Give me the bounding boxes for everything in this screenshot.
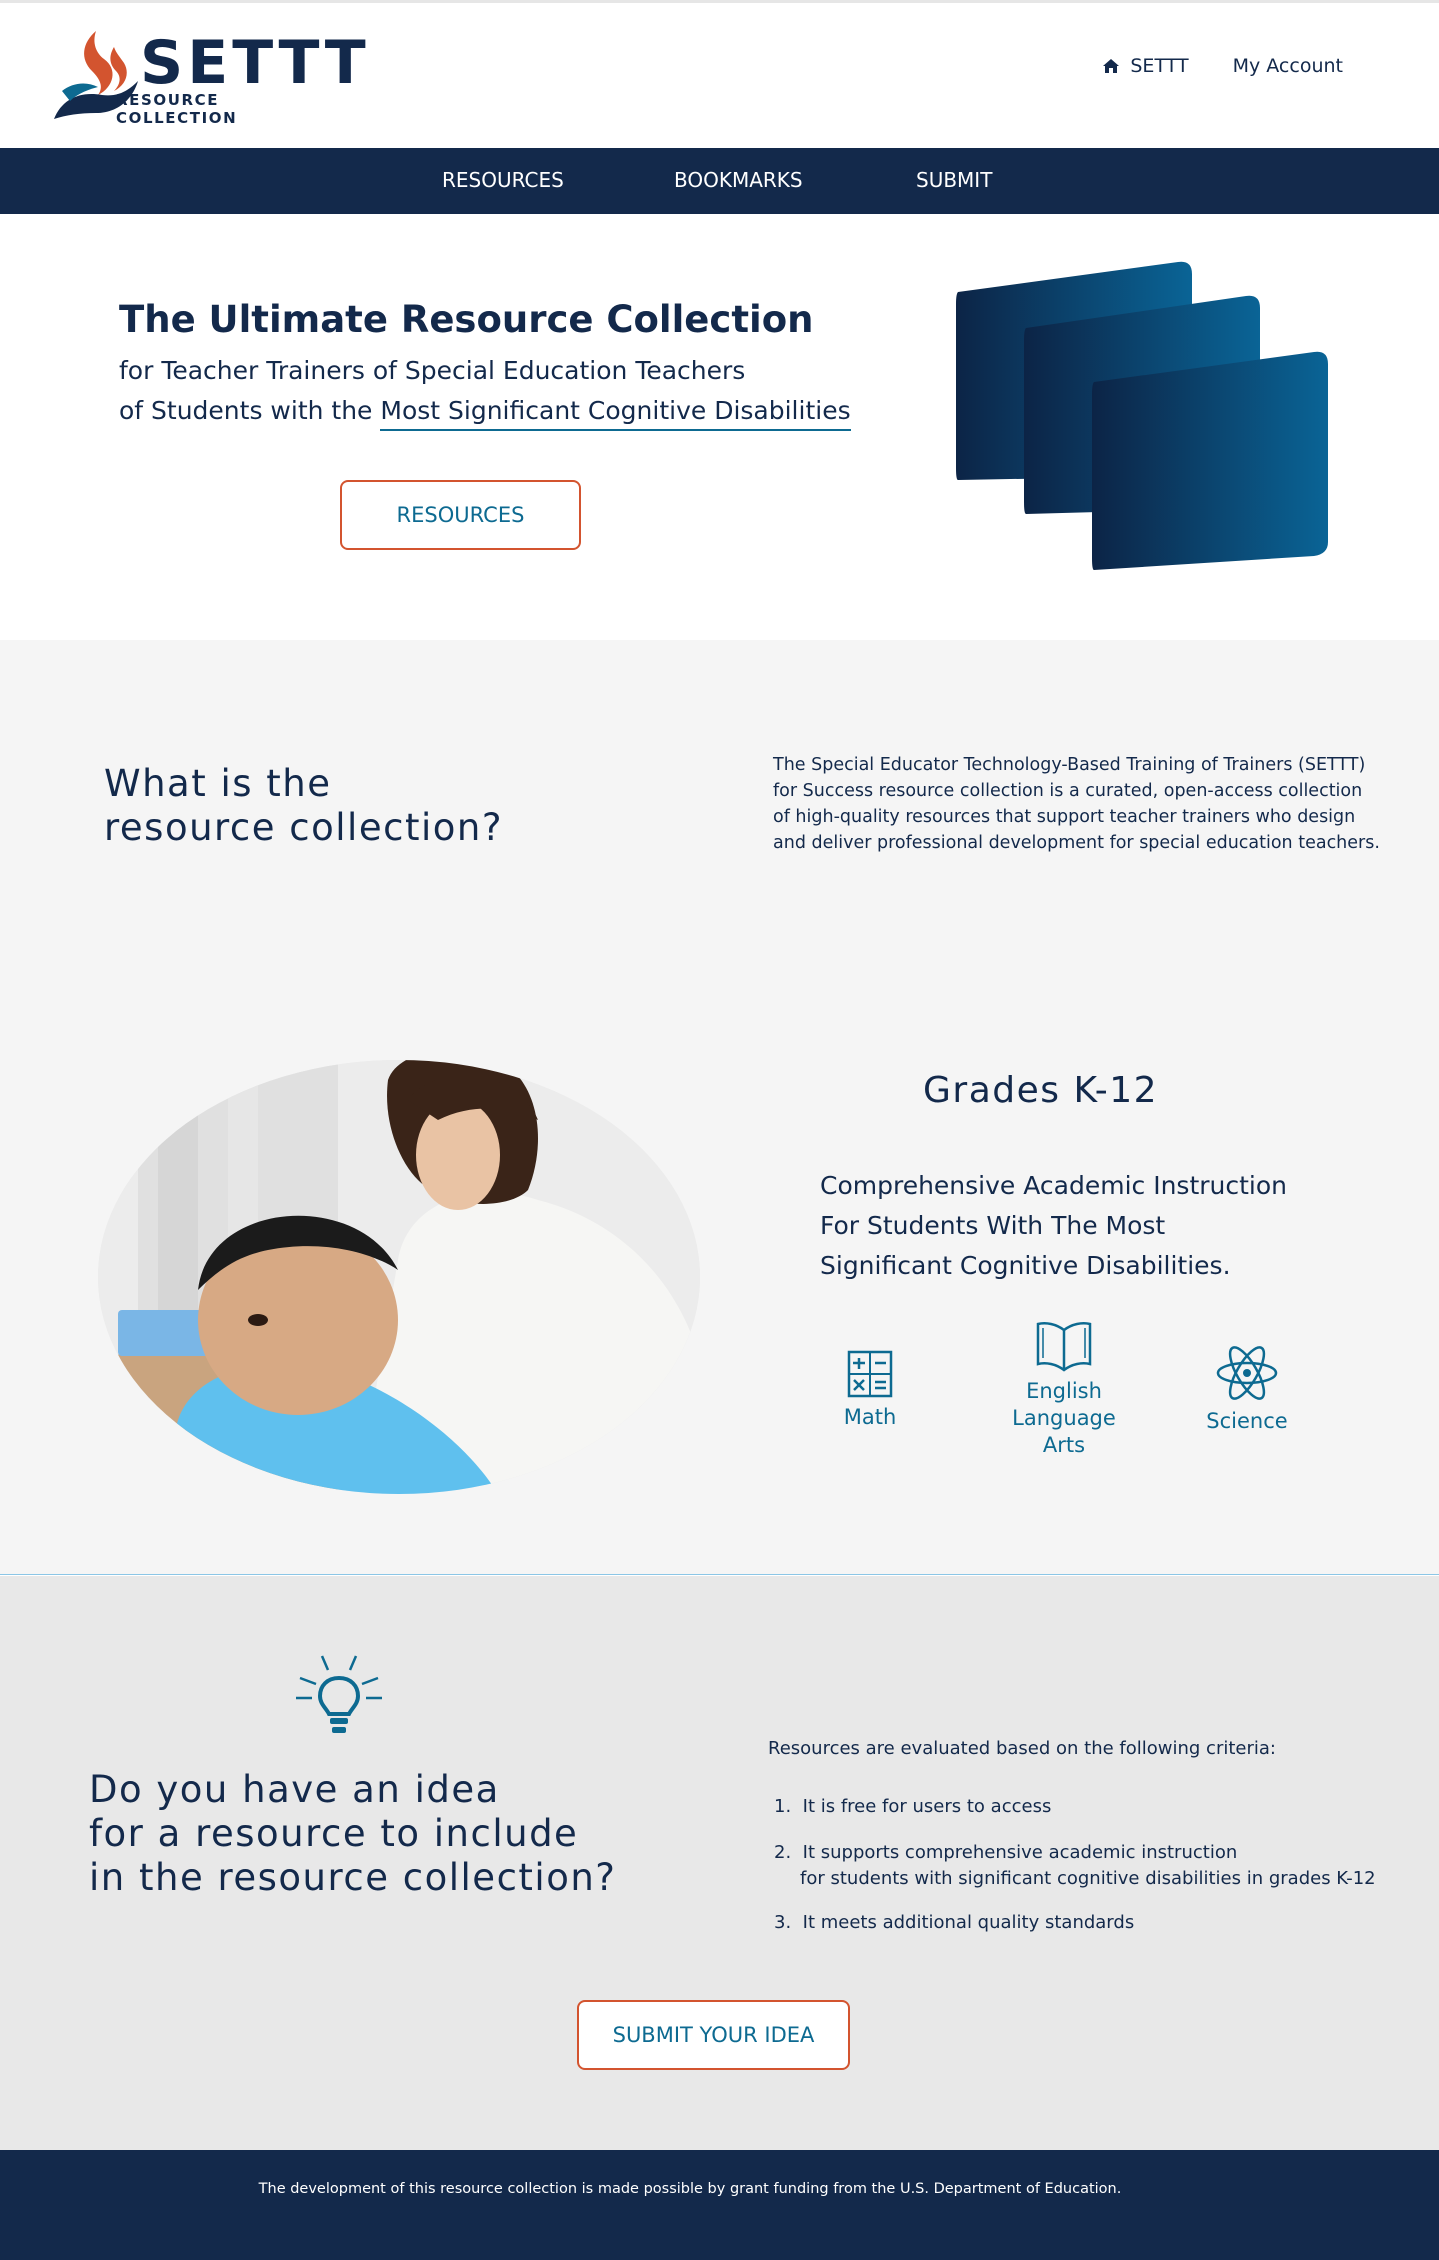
- criteria-item-3: 3. It meets additional quality standards: [774, 1910, 1134, 1936]
- hero-subtitle-line2: of Students with the Most Significant Co…: [119, 396, 851, 431]
- criteria-intro: Resources are evaluated based on the fol…: [768, 1738, 1276, 1759]
- criteria-number: 2.: [774, 1842, 792, 1863]
- idea-title-line3: in the resource collection?: [89, 1856, 617, 1899]
- grades-desc-line2: For Students With The Most: [820, 1211, 1166, 1240]
- nav-resources[interactable]: RESOURCES: [442, 168, 564, 192]
- calculator-icon: [847, 1350, 893, 1398]
- teacher-student-photo: [98, 1060, 700, 1494]
- what-title-line1: What is the: [104, 762, 332, 805]
- idea-title-line1: Do you have an idea: [89, 1768, 500, 1811]
- main-nav: RESOURCES BOOKMARKS SUBMIT: [0, 148, 1439, 214]
- home-link-label: SETTT: [1130, 55, 1189, 77]
- grades-desc-line3: Significant Cognitive Disabilities.: [820, 1251, 1231, 1280]
- criteria-text: It meets additional quality standards: [802, 1912, 1135, 1933]
- hero-subtitle-link[interactable]: Most Significant Cognitive Disabilities: [380, 396, 851, 431]
- logo-wordmark: SETTT: [140, 28, 370, 98]
- footer-funding-text: The development of this resource collect…: [258, 2181, 1122, 2197]
- criteria-number: 3.: [774, 1912, 792, 1933]
- hero-title: The Ultimate Resource Collection: [119, 298, 814, 341]
- subject-ela-label-line1: English: [1026, 1379, 1102, 1403]
- home-link[interactable]: SETTT: [1102, 55, 1189, 77]
- hero-subtitle-line1: for Teacher Trainers of Special Educatio…: [119, 356, 746, 385]
- subject-math-label: Math: [843, 1405, 897, 1429]
- what-title: What is the resource collection?: [104, 762, 503, 850]
- atom-icon: [1216, 1346, 1278, 1400]
- grades-description: Comprehensive Academic Instruction For S…: [820, 1166, 1340, 1286]
- teacher-student-image: [98, 1060, 700, 1494]
- criteria-text-line1: It supports comprehensive academic instr…: [802, 1842, 1238, 1863]
- my-account-link[interactable]: My Account: [1233, 55, 1343, 77]
- subject-science[interactable]: Science: [1192, 1344, 1302, 1435]
- nav-bookmarks[interactable]: BOOKMARKS: [674, 168, 803, 192]
- subject-math[interactable]: Math: [820, 1350, 920, 1431]
- hero-resources-button[interactable]: RESOURCES: [340, 480, 581, 550]
- criteria-item-2: 2. It supports comprehensive academic in…: [774, 1840, 1376, 1892]
- settt-logo[interactable]: SETTT RESOURCE COLLECTION: [52, 29, 366, 127]
- lightbulb-icon: [296, 1655, 382, 1733]
- grades-title: Grades K-12: [923, 1070, 1159, 1111]
- idea-title: Do you have an idea for a resource to in…: [89, 1768, 616, 1900]
- subject-science-label: Science: [1206, 1409, 1288, 1433]
- criteria-number: 1.: [774, 1796, 792, 1817]
- hero-subtitle-prefix: of Students with the: [119, 396, 381, 425]
- stacked-cards-graphic: [956, 261, 1328, 570]
- subject-ela-label-line3: Arts: [1042, 1433, 1086, 1457]
- criteria-item-1: 1. It is free for users to access: [774, 1794, 1051, 1820]
- site-header: SETTT RESOURCE COLLECTION SETTT My Accou…: [0, 0, 1439, 148]
- top-links: SETTT My Account: [1102, 55, 1343, 77]
- grades-desc-line1: Comprehensive Academic Instruction: [820, 1171, 1288, 1200]
- what-description: The Special Educator Technology-Based Tr…: [773, 755, 1380, 853]
- criteria-text: It is free for users to access: [802, 1796, 1052, 1817]
- logo-subtitle: RESOURCE COLLECTION: [116, 91, 238, 127]
- submit-idea-button[interactable]: SUBMIT YOUR IDEA: [577, 2000, 850, 2070]
- idea-title-line2: for a resource to include: [89, 1812, 579, 1855]
- subject-ela-label-line2: Language: [1012, 1406, 1116, 1430]
- criteria-text-line2: for students with significant cognitive …: [800, 1868, 1376, 1889]
- site-footer: [0, 2150, 1439, 2260]
- book-icon: [1036, 1322, 1092, 1372]
- nav-submit[interactable]: SUBMIT: [916, 168, 992, 192]
- what-title-line2: resource collection?: [104, 806, 503, 849]
- home-icon: [1103, 59, 1120, 73]
- subject-ela[interactable]: English Language Arts: [994, 1320, 1134, 1459]
